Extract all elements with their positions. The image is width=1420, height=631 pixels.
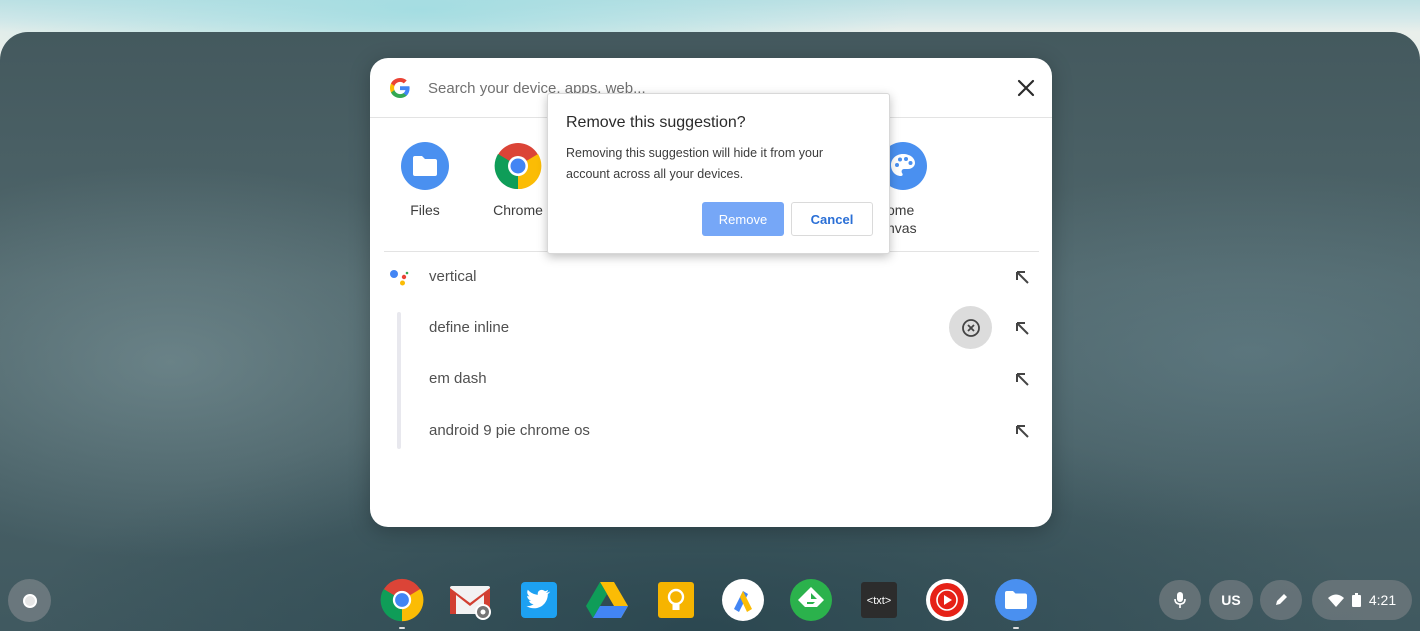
fill-query-button[interactable]	[1010, 316, 1034, 340]
dialog-body: Removing this suggestion will hide it fr…	[566, 146, 824, 181]
arrow-up-left-icon	[1016, 271, 1029, 284]
stylus-tools-button[interactable]	[1260, 580, 1302, 620]
running-indicator	[1013, 627, 1019, 629]
shelf-app-chrome[interactable]	[380, 578, 424, 622]
shelf-app-drive[interactable]	[585, 578, 629, 622]
shelf-app-keep[interactable]	[654, 578, 698, 622]
fill-query-button[interactable]	[1010, 265, 1034, 289]
chrome-icon	[494, 142, 542, 190]
app-tile-files[interactable]: Files	[380, 142, 470, 219]
assistant-icon	[390, 270, 409, 286]
shelf-app-twitter[interactable]	[517, 578, 561, 622]
chrome-icon	[380, 578, 424, 622]
shelf-app-files[interactable]	[994, 578, 1038, 622]
files-icon	[995, 579, 1037, 621]
result-row[interactable]: define inline	[370, 303, 1052, 353]
launcher-icon	[22, 593, 37, 608]
arrow-up-left-icon	[1016, 425, 1029, 438]
files-icon	[401, 142, 449, 190]
app-label: Files	[410, 202, 440, 218]
fill-query-button[interactable]	[1010, 367, 1034, 391]
close-icon	[1017, 79, 1035, 97]
cancel-button[interactable]: Cancel	[791, 202, 873, 236]
shelf-app-adsense[interactable]	[721, 578, 765, 622]
keyboard-layout-label: US	[1221, 592, 1241, 608]
status-area[interactable]: 4:21	[1312, 580, 1412, 620]
youtube-music-icon	[926, 579, 968, 621]
remove-circle-icon	[961, 318, 980, 337]
keyboard-layout-button[interactable]: US	[1209, 580, 1253, 620]
result-text: vertical	[429, 268, 477, 285]
shelf-app-youtube-music[interactable]	[925, 578, 969, 622]
result-text: em dash	[429, 370, 487, 387]
launcher-button[interactable]	[8, 579, 51, 622]
arrow-up-left-icon	[1016, 322, 1029, 335]
microphone-icon	[1174, 592, 1186, 608]
result-text: android 9 pie chrome os	[429, 422, 590, 439]
result-text: define inline	[429, 319, 510, 336]
shelf-app-gmail[interactable]	[448, 578, 492, 622]
shelf-app-feedly[interactable]	[789, 578, 833, 622]
result-row[interactable]: vertical	[370, 252, 1052, 302]
battery-icon	[1351, 593, 1361, 607]
svg-text:<txt>: <txt>	[867, 595, 891, 607]
result-row[interactable]: em dash	[370, 354, 1052, 404]
text-editor-icon: <txt>	[861, 582, 897, 618]
feedly-icon	[790, 579, 832, 621]
gmail-icon	[450, 586, 491, 620]
stylus-icon	[1276, 594, 1287, 605]
arrow-up-left-icon	[1016, 373, 1029, 386]
clock-time: 4:21	[1368, 592, 1397, 608]
remove-suggestion-dialog: Remove this suggestion? Removing this su…	[547, 93, 890, 254]
remove-button[interactable]: Remove	[702, 202, 784, 236]
twitter-icon	[521, 582, 557, 618]
app-label-line: ome	[887, 202, 915, 218]
shelf-app-text[interactable]: <txt>	[857, 578, 901, 622]
wifi-icon	[1327, 594, 1344, 607]
close-launcher-button[interactable]	[1013, 75, 1039, 101]
running-indicator	[399, 627, 405, 629]
fill-query-button[interactable]	[1010, 419, 1034, 443]
dictation-button[interactable]	[1159, 580, 1201, 620]
result-row[interactable]: android 9 pie chrome os	[370, 406, 1052, 456]
adsense-icon	[722, 579, 764, 621]
app-label-line: nvas	[887, 220, 917, 236]
google-g-icon	[390, 78, 410, 98]
drive-icon	[586, 582, 628, 618]
keep-icon	[658, 582, 694, 618]
remove-suggestion-button[interactable]	[949, 306, 992, 349]
dialog-title: Remove this suggestion?	[566, 114, 746, 131]
